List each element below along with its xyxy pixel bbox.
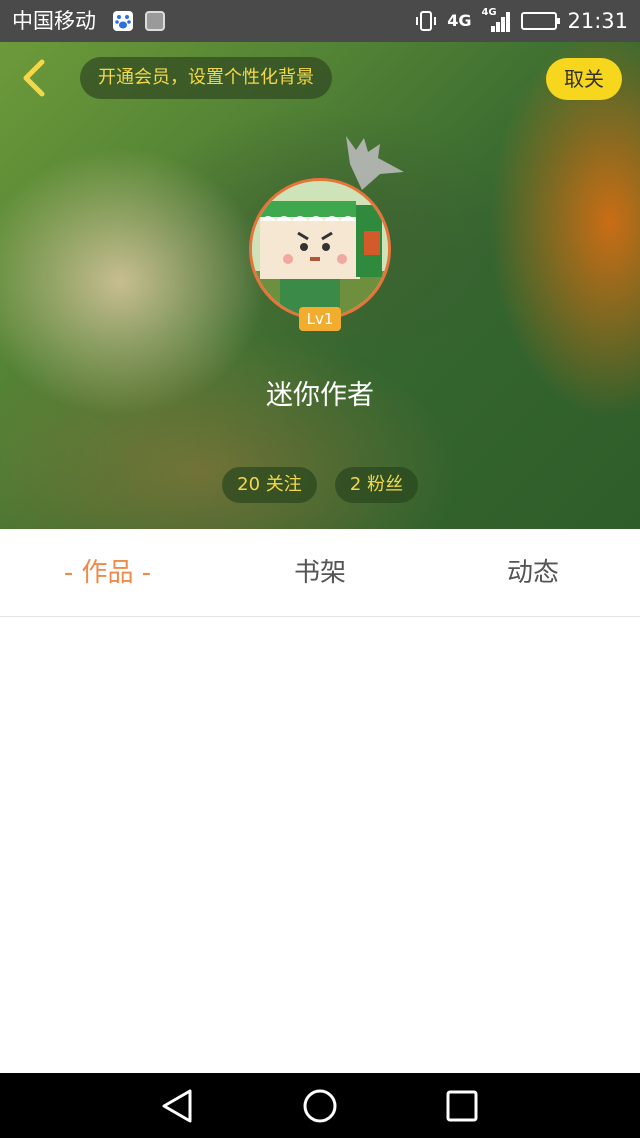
level-badge: Lv1 <box>299 307 341 331</box>
tab-works[interactable]: - 作品 - <box>30 529 185 617</box>
tab-content <box>0 617 640 1073</box>
nav-recent-icon[interactable] <box>442 1087 482 1125</box>
following-count[interactable]: 20 关注 <box>222 467 317 503</box>
network-type: 4G <box>447 11 472 30</box>
back-button[interactable] <box>14 56 54 100</box>
avatar[interactable] <box>249 178 391 320</box>
nav-back-icon[interactable] <box>158 1087 198 1125</box>
tab-bookshelf[interactable]: 书架 <box>250 529 390 617</box>
profile-tabs: - 作品 - 书架 动态 <box>0 529 640 617</box>
baidu-icon <box>113 11 133 31</box>
system-nav-bar <box>0 1073 640 1138</box>
carrier-name: 中国移动 <box>12 9 96 33</box>
username: 迷你作者 <box>266 380 374 411</box>
clock: 21:31 <box>567 9 628 33</box>
tab-activity[interactable]: 动态 <box>463 529 603 617</box>
signal-icon: 4G <box>481 7 511 33</box>
unfollow-button[interactable]: 取关 <box>546 58 622 100</box>
gallery-icon <box>145 11 165 31</box>
vibrate-icon <box>416 11 437 31</box>
nav-home-icon[interactable] <box>300 1087 340 1125</box>
battery-icon <box>521 12 561 30</box>
fans-count[interactable]: 2 粉丝 <box>335 467 418 503</box>
status-bar: 中国移动 4G 4G 21:31 <box>0 0 640 42</box>
profile-header: 开通会员，设置个性化背景 取关 Lv1 迷你作者 20 关注 2 粉丝 <box>0 42 640 529</box>
vip-banner[interactable]: 开通会员，设置个性化背景 <box>80 57 332 99</box>
